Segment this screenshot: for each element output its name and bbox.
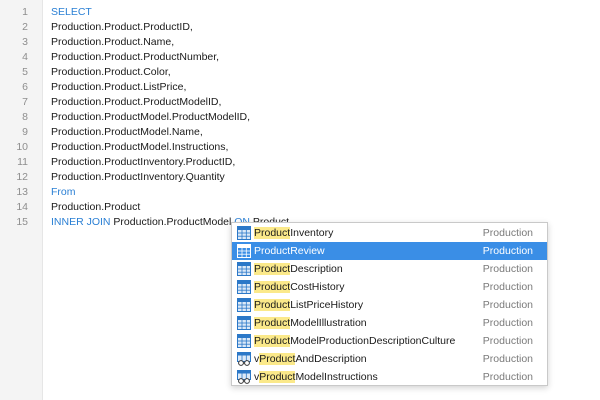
name-rest: Review	[290, 245, 325, 257]
autocomplete-item-schema: Production	[482, 299, 533, 311]
table-icon	[237, 298, 251, 312]
code-line: Production.Product.ProductNumber,	[51, 51, 220, 63]
autocomplete-item-name: vProductModelInstructions	[254, 370, 378, 384]
autocomplete-item-name: ProductReview	[254, 244, 325, 258]
table-icon	[237, 316, 251, 330]
name-rest: Description	[290, 263, 343, 275]
autocomplete-item-name: ProductDescription	[254, 262, 343, 276]
autocomplete-item-name: ProductModelIllustration	[254, 316, 367, 330]
autocomplete-item-name: vProductAndDescription	[254, 352, 367, 366]
autocomplete-item[interactable]: ProductListPriceHistory Production	[232, 296, 547, 314]
name-rest: ModelProductionDescriptionCulture	[290, 335, 456, 347]
name-match-highlight: Product	[259, 353, 296, 365]
table-icon	[237, 226, 251, 240]
name-rest: Inventory	[290, 227, 334, 239]
code-line: SELECT	[51, 6, 92, 18]
code-line: Production.ProductModel.Instructions,	[51, 141, 229, 153]
name-match-highlight: Product	[254, 263, 291, 275]
line-number: 10	[16, 141, 28, 153]
table-icon	[237, 280, 251, 294]
autocomplete-item[interactable]: ProductInventory Production	[232, 224, 547, 242]
autocomplete-item-name: ProductModelProductionDescriptionCulture	[254, 334, 455, 348]
line-number: 5	[22, 66, 28, 78]
table-icon	[237, 244, 251, 258]
autocomplete-item-schema: Production	[482, 227, 533, 239]
line-number: 3	[22, 36, 28, 48]
name-match-highlight: Product	[259, 371, 296, 383]
sql-keyword: INNER JOIN	[51, 216, 111, 228]
name-rest: CostHistory	[290, 281, 345, 293]
code-line: Production.ProductInventory.Quantity	[51, 171, 225, 183]
line-number: 8	[22, 111, 28, 123]
name-rest: ListPriceHistory	[290, 299, 364, 311]
code-line: Production.ProductModel.ProductModelID,	[51, 111, 251, 123]
autocomplete-item-schema: Production	[482, 245, 533, 257]
autocomplete-item[interactable]: ProductDescription Production	[232, 260, 547, 278]
name-match-highlight: Product	[254, 317, 291, 329]
line-number: 9	[22, 126, 28, 138]
autocomplete-item-schema: Production	[482, 263, 533, 275]
name-match-highlight: Product	[254, 281, 291, 293]
line-number: 11	[17, 156, 28, 168]
code-text: Production.ProductModel	[110, 216, 235, 228]
line-number: 7	[22, 96, 28, 108]
autocomplete-item-schema: Production	[482, 281, 533, 293]
view-icon	[237, 352, 251, 366]
line-number: 6	[22, 81, 28, 93]
line-number: 2	[22, 21, 28, 33]
autocomplete-item[interactable]: vProductAndDescription Production	[232, 350, 547, 368]
code-line: Production.Product.ListPrice,	[51, 81, 187, 93]
name-match-highlight: Product	[254, 335, 291, 347]
autocomplete-item-schema: Production	[482, 371, 533, 383]
line-number: 4	[22, 51, 28, 63]
name-rest: AndDescription	[295, 353, 367, 365]
autocomplete-item-name: ProductListPriceHistory	[254, 298, 363, 312]
autocomplete-item-schema: Production	[482, 317, 533, 329]
name-match-highlight: Product	[254, 245, 291, 257]
autocomplete-item-name: ProductInventory	[254, 226, 333, 240]
autocomplete-item-schema: Production	[482, 335, 533, 347]
autocomplete-item-name: ProductCostHistory	[254, 280, 344, 294]
code-line: Production.ProductModel.Name,	[51, 126, 203, 138]
autocomplete-popup: ProductInventory Production ProductReview P…	[231, 222, 548, 386]
code-line: Production.Product	[51, 201, 141, 213]
table-icon	[237, 334, 251, 348]
line-number: 1	[22, 6, 28, 18]
line-number: 12	[16, 171, 28, 183]
line-number: 13	[16, 186, 28, 198]
code-line: Production.Product.ProductModelID,	[51, 96, 222, 108]
autocomplete-item-schema: Production	[482, 353, 533, 365]
code-line: Production.Product.ProductID,	[51, 21, 193, 33]
line-number: 15	[16, 216, 28, 228]
line-number-gutter: 1 2 3 4 5 6 7 8 9 10 11 12 13 14 15	[0, 0, 43, 400]
autocomplete-item[interactable]: vProductModelInstructions Production	[232, 368, 547, 386]
name-match-highlight: Product	[254, 227, 291, 239]
autocomplete-item[interactable]: ProductCostHistory Production	[232, 278, 547, 296]
view-icon	[237, 370, 251, 384]
name-rest: ModelInstructions	[295, 371, 378, 383]
name-rest: ModelIllustration	[290, 317, 367, 329]
autocomplete-item[interactable]: ProductReview Production	[232, 242, 547, 260]
code-line: From	[51, 186, 76, 198]
name-match-highlight: Product	[254, 299, 291, 311]
code-line: Production.ProductInventory.ProductID,	[51, 156, 236, 168]
autocomplete-item[interactable]: ProductModelIllustration Production	[232, 314, 547, 332]
code-line: Production.Product.Name,	[51, 36, 175, 48]
code-line: Production.Product.Color,	[51, 66, 171, 78]
line-number: 14	[16, 201, 28, 213]
autocomplete-item[interactable]: ProductModelProductionDescriptionCulture…	[232, 332, 547, 350]
table-icon	[237, 262, 251, 276]
